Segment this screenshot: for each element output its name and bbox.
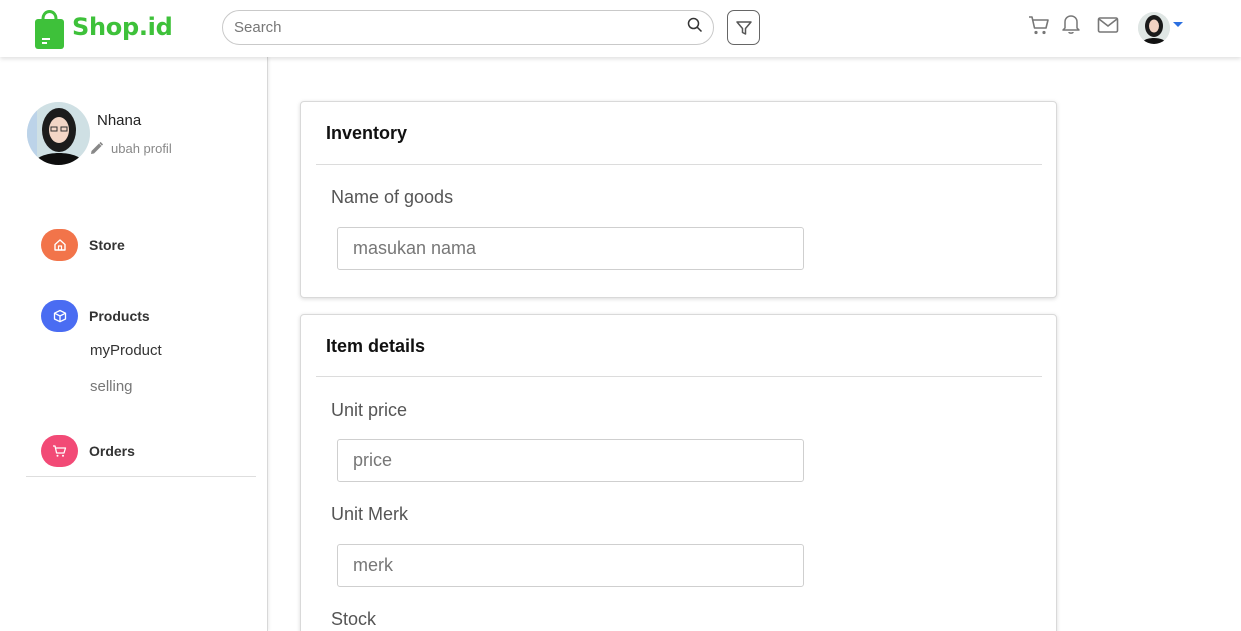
unit-price-label: Unit price bbox=[331, 400, 408, 420]
pencil-icon bbox=[91, 141, 104, 154]
shopping-bag-icon bbox=[33, 5, 66, 49]
filter-button[interactable] bbox=[727, 10, 760, 45]
card-title: Inventory bbox=[326, 123, 408, 143]
brand-logo[interactable]: Shop.id bbox=[33, 5, 173, 49]
profile-avatar bbox=[27, 102, 90, 165]
sidebar-divider bbox=[26, 476, 256, 477]
edit-profile-label: ubah profil bbox=[111, 141, 172, 156]
sidebar-item-label: Products bbox=[89, 308, 150, 324]
sidebar-item-orders[interactable]: Orders bbox=[41, 435, 135, 467]
unit-merk-label: Unit Merk bbox=[331, 504, 409, 524]
brand-name: Shop.id bbox=[72, 13, 173, 41]
name-of-goods-label: Name of goods bbox=[331, 187, 454, 207]
submenu-item-selling[interactable]: selling bbox=[90, 378, 133, 395]
card-divider bbox=[316, 376, 1042, 377]
sidebar-item-store[interactable]: Store bbox=[41, 229, 125, 261]
unit-price-input[interactable] bbox=[337, 439, 804, 482]
sidebar-item-products[interactable]: Products bbox=[41, 300, 150, 332]
top-navbar: Shop.id bbox=[0, 0, 1241, 57]
bell-icon[interactable] bbox=[1061, 13, 1081, 35]
item-details-card: Item details Unit price Unit Merk Stock bbox=[300, 314, 1057, 631]
search-bar bbox=[222, 10, 714, 45]
sidebar: Nhana ubah profil Store Products myProdu… bbox=[0, 57, 268, 631]
sidebar-item-label: Store bbox=[89, 237, 125, 253]
unit-merk-input[interactable] bbox=[337, 544, 804, 587]
card-divider bbox=[316, 164, 1042, 165]
search-icon[interactable] bbox=[687, 17, 703, 38]
stock-label: Stock bbox=[331, 609, 377, 629]
cart-icon[interactable] bbox=[1027, 13, 1051, 37]
profile-name: Nhana bbox=[97, 112, 142, 129]
edit-profile-link[interactable]: ubah profil bbox=[89, 141, 172, 156]
name-of-goods-input[interactable] bbox=[337, 227, 804, 270]
submenu-item-myproduct[interactable]: myProduct bbox=[90, 342, 162, 359]
card-title: Item details bbox=[326, 336, 426, 356]
filter-icon bbox=[735, 20, 752, 35]
sidebar-item-label: Orders bbox=[89, 443, 135, 459]
mail-icon[interactable] bbox=[1097, 16, 1119, 34]
chevron-down-icon[interactable] bbox=[1173, 22, 1183, 27]
store-icon bbox=[41, 229, 78, 261]
cart-icon bbox=[41, 435, 78, 467]
avatar[interactable] bbox=[1138, 12, 1170, 44]
inventory-card: Inventory Name of goods bbox=[300, 101, 1057, 298]
box-icon bbox=[41, 300, 78, 332]
search-input[interactable] bbox=[234, 19, 687, 36]
